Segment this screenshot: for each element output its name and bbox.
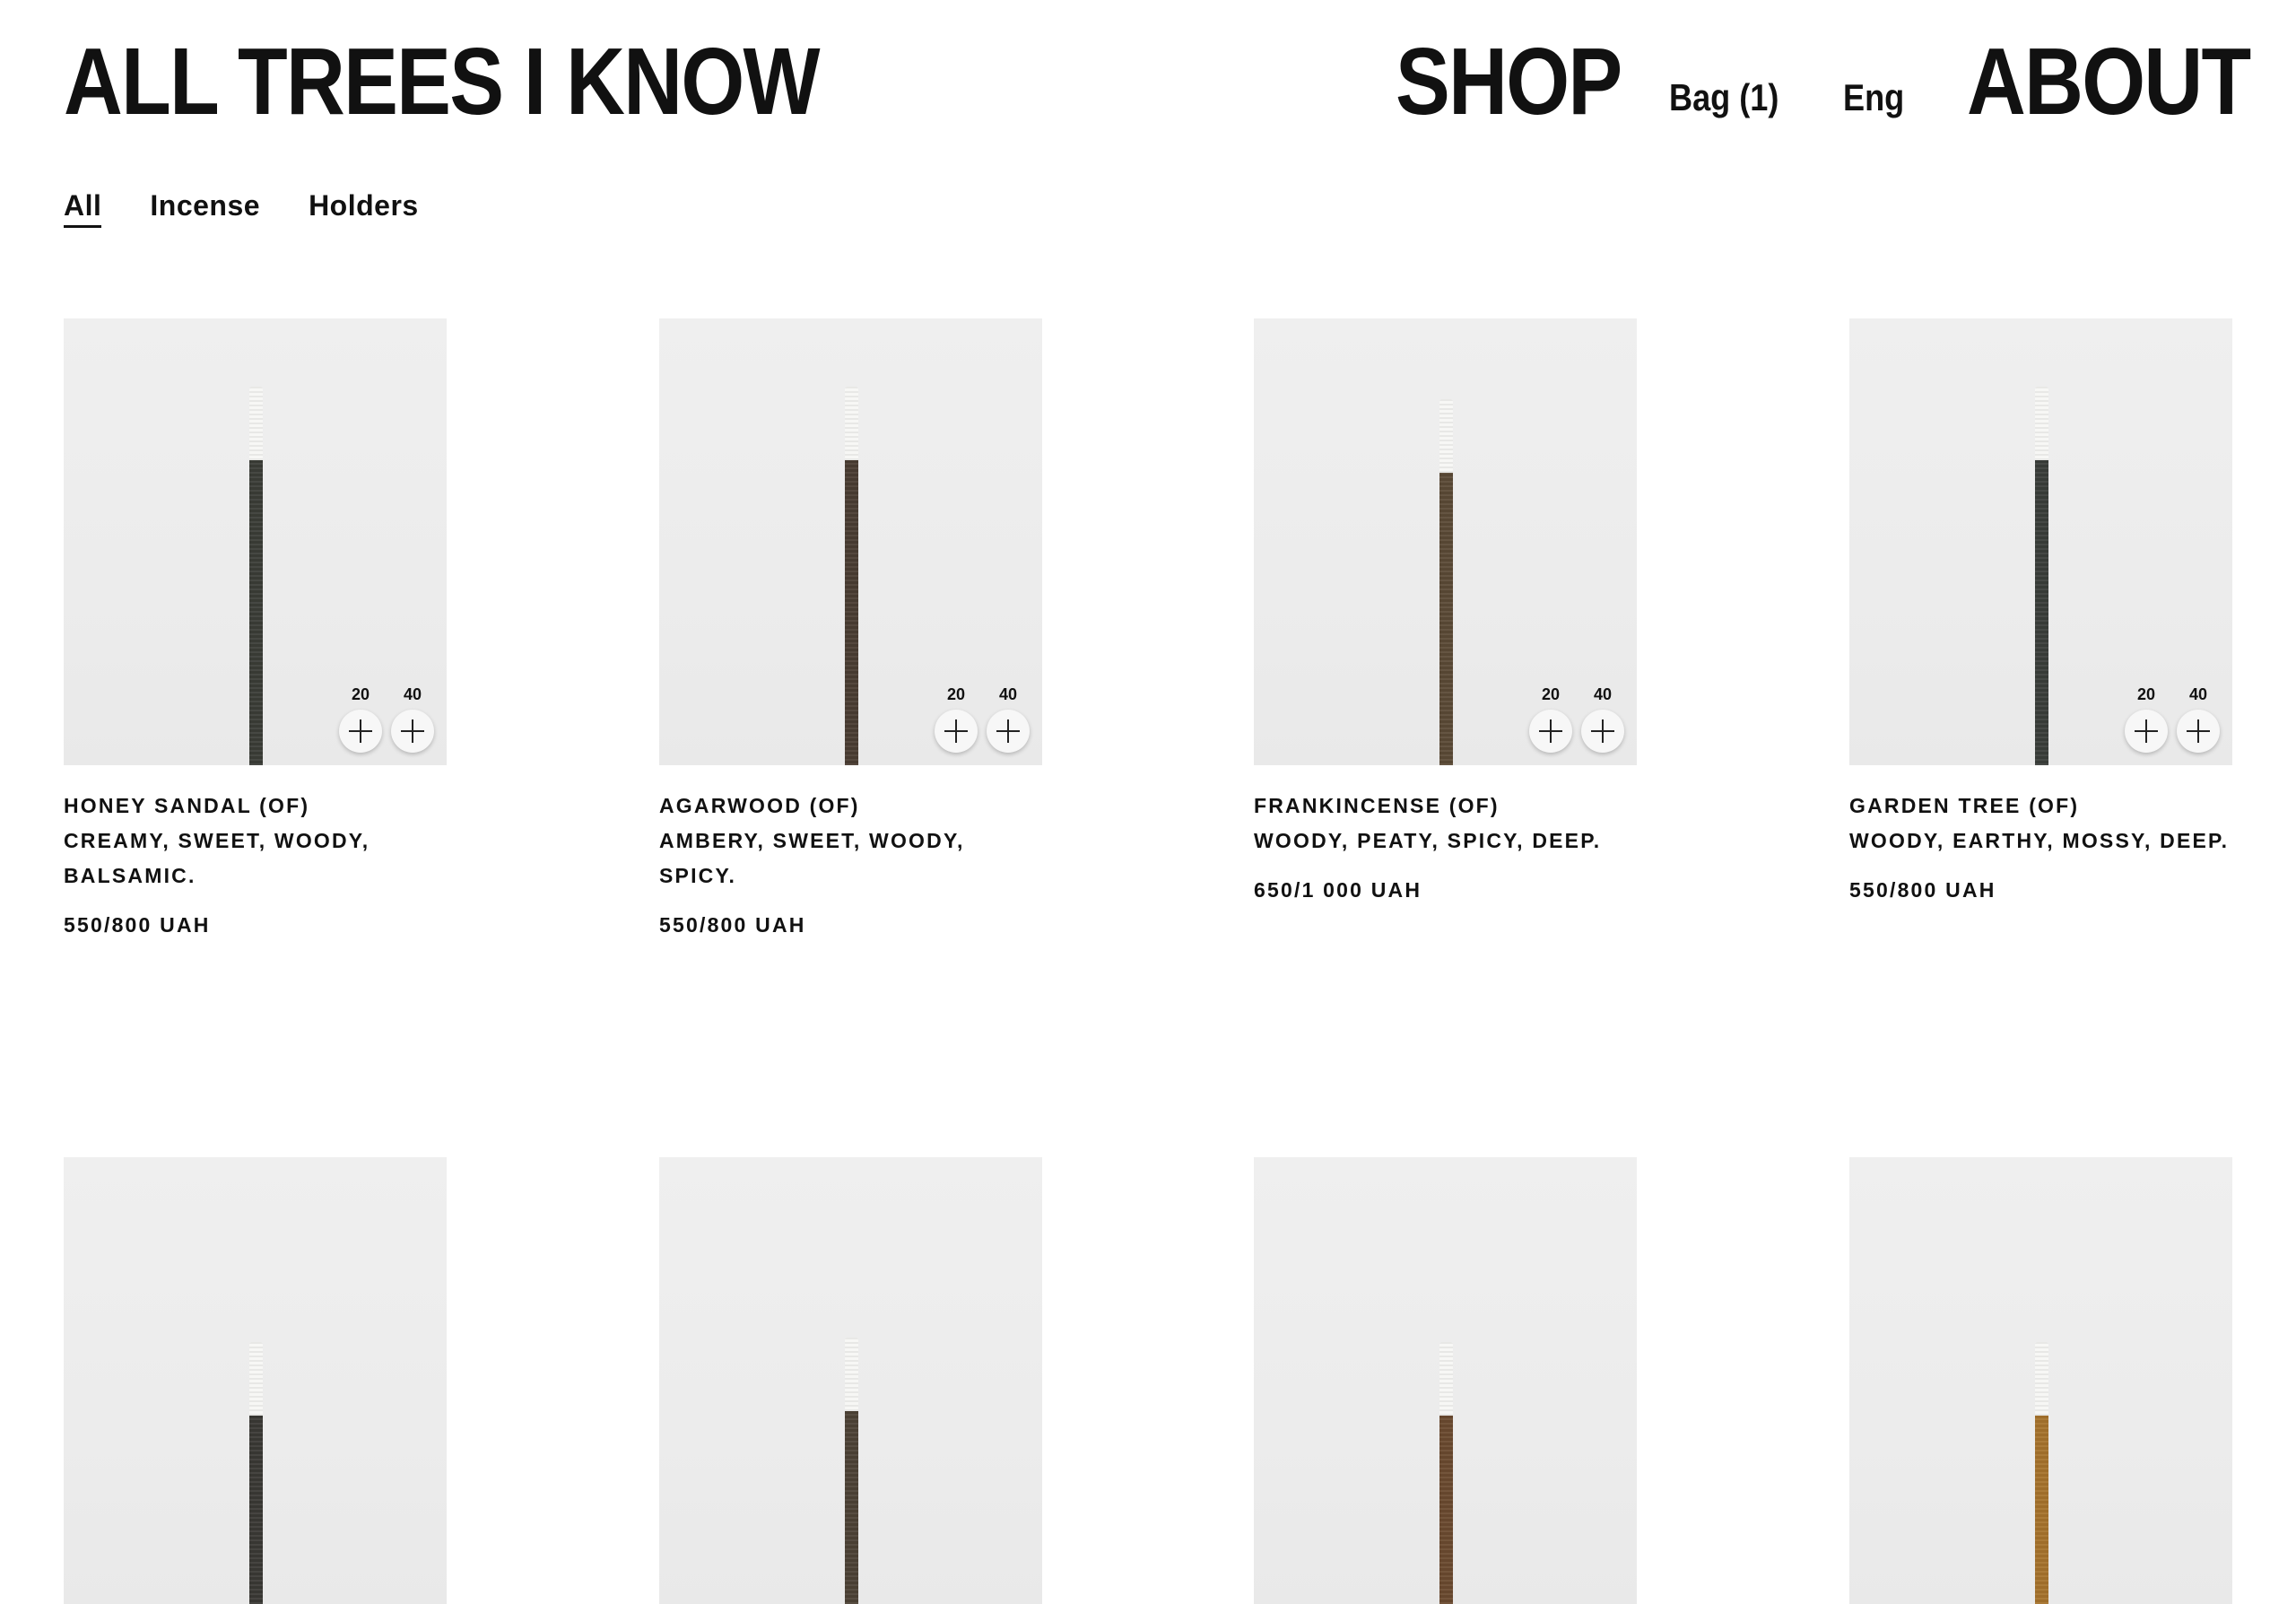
add-large-button[interactable]	[987, 710, 1030, 753]
product-name[interactable]: FRANKINCENSE (OF)	[1254, 789, 1637, 824]
incense-stick	[248, 1342, 263, 1604]
incense-stick	[1439, 399, 1453, 765]
size-label: 40	[403, 685, 422, 703]
incense-stick	[2034, 1342, 2048, 1604]
plus-icon	[1591, 719, 1614, 743]
product-info: HONEY SANDAL (OF) CREAMY, SWEET, WOODY, …	[64, 789, 447, 936]
product-price: 550/800 UAH	[659, 913, 806, 937]
add-large-button[interactable]	[1581, 710, 1624, 753]
product-price: 550/800 UAH	[64, 913, 211, 937]
filter-all[interactable]: All	[64, 191, 102, 228]
size-options: 20 40	[935, 686, 1030, 753]
size-label: 40	[2188, 685, 2208, 703]
size-option-large: 40	[987, 686, 1030, 753]
product-image[interactable]	[659, 1157, 1042, 1604]
product-name[interactable]: AGARWOOD (OF)	[659, 789, 1042, 824]
product-info: GARDEN TREE (OF) WOODY, EARTHY, MOSSY, D…	[1849, 789, 2232, 901]
add-large-button[interactable]	[391, 710, 434, 753]
incense-stick	[248, 387, 263, 765]
nav-shop-link[interactable]: SHOP	[1396, 34, 1622, 129]
product-card	[1849, 1157, 2232, 1604]
product-notes: CREAMY, SWEET, WOODY, BALSAMIC.	[64, 829, 370, 887]
product-notes: AMBERY, SWEET, WOODY, SPICY.	[659, 829, 965, 887]
filter-holders[interactable]: Holders	[309, 191, 419, 228]
size-label: 20	[946, 685, 966, 703]
add-small-button[interactable]	[2125, 710, 2168, 753]
nav-about-link[interactable]: ABOUT	[1967, 34, 2251, 129]
incense-stick	[844, 1338, 858, 1604]
brand-logo[interactable]: ALL TREES I KNOW	[64, 34, 821, 129]
product-name[interactable]: HONEY SANDAL (OF)	[64, 789, 447, 824]
size-label: 20	[351, 685, 370, 703]
product-info: FRANKINCENSE (OF) WOODY, PEATY, SPICY, D…	[1254, 789, 1637, 901]
size-options: 20 40	[339, 686, 434, 753]
plus-icon	[2187, 719, 2210, 743]
product-image[interactable]: 20 40	[1849, 318, 2232, 765]
add-small-button[interactable]	[1529, 710, 1572, 753]
product-card: 20 40 FRANKINCENSE (OF) WOODY, PEATY, SP…	[1254, 318, 1637, 901]
plus-icon	[349, 719, 372, 743]
incense-stick	[844, 387, 858, 765]
size-label: 20	[2136, 685, 2156, 703]
size-option-large: 40	[391, 686, 434, 753]
product-info: AGARWOOD (OF) AMBERY, SWEET, WOODY, SPIC…	[659, 789, 1042, 936]
product-image[interactable]	[64, 1157, 447, 1604]
size-options: 20 40	[2125, 686, 2220, 753]
product-card	[1254, 1157, 1637, 1604]
category-filters: All Incense Holders	[64, 191, 419, 228]
add-small-button[interactable]	[339, 710, 382, 753]
size-option-small: 20	[2125, 686, 2168, 753]
bag-link[interactable]: Bag (1)	[1669, 79, 1779, 117]
plus-icon	[2135, 719, 2158, 743]
product-image[interactable]: 20 40	[64, 318, 447, 765]
size-option-small: 20	[1529, 686, 1572, 753]
product-price: 650/1 000 UAH	[1254, 878, 1422, 902]
product-price: 550/800 UAH	[1849, 878, 1996, 902]
product-notes: WOODY, PEATY, SPICY, DEEP.	[1254, 829, 1602, 852]
product-notes: WOODY, EARTHY, MOSSY, DEEP.	[1849, 829, 2230, 852]
language-switcher[interactable]: Eng	[1843, 79, 1904, 117]
size-options: 20 40	[1529, 686, 1624, 753]
plus-icon	[944, 719, 968, 743]
size-label: 20	[1541, 685, 1561, 703]
filter-incense[interactable]: Incense	[150, 191, 260, 228]
incense-stick	[1439, 1342, 1453, 1604]
plus-icon	[996, 719, 1020, 743]
size-label: 40	[1593, 685, 1613, 703]
product-name[interactable]: GARDEN TREE (OF)	[1849, 789, 2232, 824]
product-image[interactable]	[1254, 1157, 1637, 1604]
incense-stick	[2034, 387, 2048, 765]
add-large-button[interactable]	[2177, 710, 2220, 753]
product-image[interactable]: 20 40	[1254, 318, 1637, 765]
product-image[interactable]: 20 40	[659, 318, 1042, 765]
plus-icon	[1539, 719, 1562, 743]
plus-icon	[401, 719, 424, 743]
product-card	[64, 1157, 447, 1604]
product-card	[659, 1157, 1042, 1604]
size-option-small: 20	[935, 686, 978, 753]
product-card: 20 40 GARDEN TREE (OF) WOODY, EARTHY, MO…	[1849, 318, 2232, 901]
size-option-large: 40	[2177, 686, 2220, 753]
size-label: 40	[998, 685, 1018, 703]
size-option-small: 20	[339, 686, 382, 753]
size-option-large: 40	[1581, 686, 1624, 753]
product-image[interactable]	[1849, 1157, 2232, 1604]
add-small-button[interactable]	[935, 710, 978, 753]
product-card: 20 40 AGARWOOD (OF) AMBERY, SWEET, WOODY…	[659, 318, 1042, 936]
product-card: 20 40 HONEY SANDAL (OF) CREAMY, SWEET, W…	[64, 318, 447, 936]
